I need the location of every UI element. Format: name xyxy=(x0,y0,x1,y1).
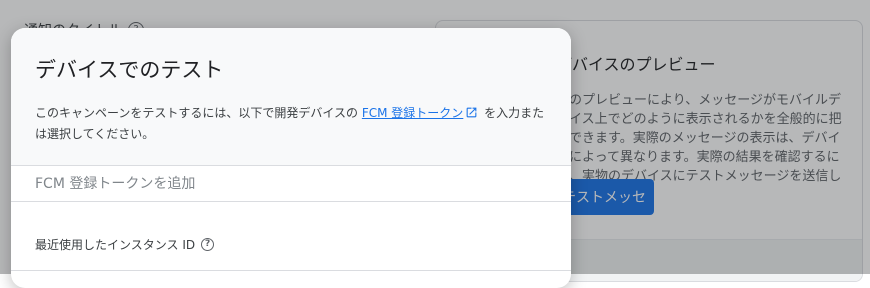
external-link-icon[interactable] xyxy=(465,106,478,125)
recent-instance-id-label: 最近使用したインスタンス ID ? xyxy=(35,236,215,253)
help-icon[interactable]: ? xyxy=(201,238,215,251)
dialog-desc-before: このキャンペーンをテストするには、以下で開発デバイスの xyxy=(35,106,362,120)
recent-instance-id-text: 最近使用したインスタンス ID xyxy=(35,238,196,252)
dialog-header: デバイスでのテスト このキャンペーンをテストするには、以下で開発デバイスの FC… xyxy=(11,28,571,166)
fcm-token-input[interactable] xyxy=(11,166,571,202)
fcm-token-link[interactable]: FCM 登録トークン xyxy=(362,106,463,120)
test-on-device-dialog: デバイスでのテスト このキャンペーンをテストするには、以下で開発デバイスの FC… xyxy=(11,28,571,288)
dialog-title: デバイスでのテスト xyxy=(35,58,224,82)
dialog-description: このキャンペーンをテストするには、以下で開発デバイスの FCM 登録トークン を… xyxy=(35,104,555,144)
divider xyxy=(11,270,571,271)
